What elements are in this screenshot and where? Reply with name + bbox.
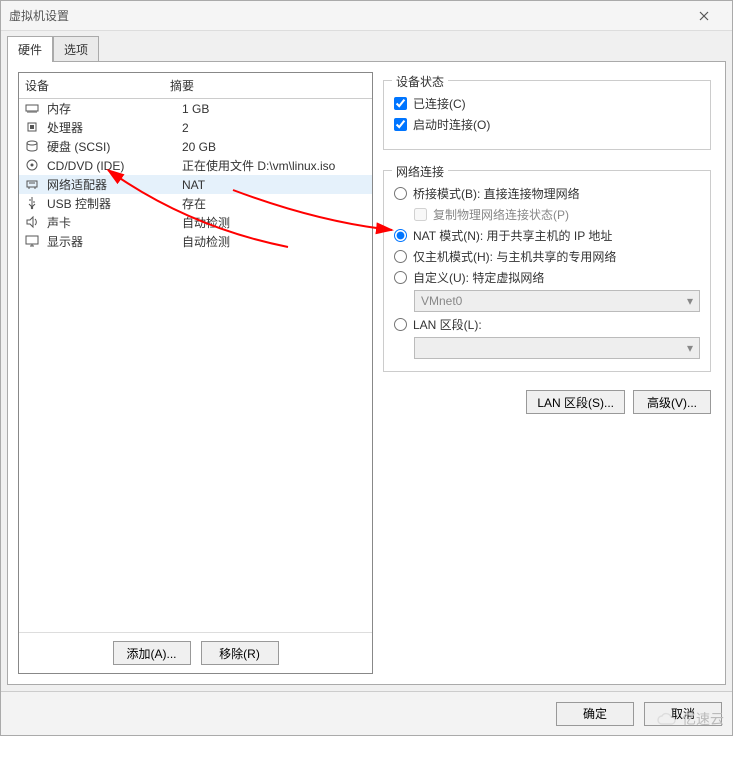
device-summary: 20 GB [182,140,366,154]
nic-icon [25,177,41,193]
connected-checkbox[interactable] [394,97,407,110]
advanced-button[interactable]: 高级(V)... [633,390,711,414]
titlebar: 虚拟机设置 [1,1,732,31]
device-name: USB 控制器 [47,195,182,212]
header-device: 设备 [25,77,170,94]
device-summary: 1 GB [182,102,366,116]
ok-button[interactable]: 确定 [556,702,634,726]
device-panel: 设备 摘要 内存1 GB处理器2硬盘 (SCSI)20 GBCD/DVD (ID… [18,72,373,674]
custom-combo: VMnet0 ▾ [414,290,700,312]
hostonly-row[interactable]: 仅主机模式(H): 与主机共享的专用网络 [394,248,700,265]
device-name: 显示器 [47,233,182,250]
device-summary: 自动检测 [182,233,366,250]
device-summary: 正在使用文件 D:\vm\linux.iso [182,157,366,174]
hostonly-radio[interactable] [394,250,407,263]
device-row[interactable]: 内存1 GB [19,99,372,118]
cd-icon [25,158,41,174]
network-connection-group: 网络连接 桥接模式(B): 直接连接物理网络 复制物理网络连接状态(P) NAT… [383,170,711,372]
add-button[interactable]: 添加(A)... [113,641,191,665]
device-name: 网络适配器 [47,176,182,193]
net-extra-buttons: LAN 区段(S)... 高级(V)... [383,390,711,414]
device-name: 处理器 [47,119,182,136]
device-buttons: 添加(A)... 移除(R) [19,632,372,673]
custom-row[interactable]: 自定义(U): 特定虚拟网络 [394,269,700,286]
chevron-down-icon: ▾ [687,294,693,308]
device-summary: 自动检测 [182,214,366,231]
tab-options[interactable]: 选项 [53,36,99,62]
bridged-label: 桥接模式(B): 直接连接物理网络 [413,185,580,202]
lan-row[interactable]: LAN 区段(L): [394,316,700,333]
replicate-row: 复制物理网络连接状态(P) [414,206,700,223]
window-title: 虚拟机设置 [9,7,684,24]
device-row[interactable]: 显示器自动检测 [19,232,372,251]
nat-row[interactable]: NAT 模式(N): 用于共享主机的 IP 地址 [394,227,700,244]
replicate-checkbox [414,208,427,221]
poweron-checkbox[interactable] [394,118,407,131]
close-button[interactable] [684,1,724,31]
custom-label: 自定义(U): 特定虚拟网络 [413,269,544,286]
bridged-row[interactable]: 桥接模式(B): 直接连接物理网络 [394,185,700,202]
hardware-panel: 设备 摘要 内存1 GB处理器2硬盘 (SCSI)20 GBCD/DVD (ID… [7,61,726,685]
bridged-radio[interactable] [394,187,407,200]
lan-combo: ▾ [414,337,700,359]
device-summary: NAT [182,178,366,192]
nat-label: NAT 模式(N): 用于共享主机的 IP 地址 [413,227,612,244]
usb-icon [25,196,41,212]
connected-label: 已连接(C) [413,95,466,112]
watermark-text: 亿速云 [682,709,724,729]
device-summary: 存在 [182,195,366,212]
sound-icon [25,215,41,231]
device-status-group: 设备状态 已连接(C) 启动时连接(O) [383,80,711,150]
close-icon [699,11,709,21]
lan-radio[interactable] [394,318,407,331]
device-name: 硬盘 (SCSI) [47,138,182,155]
bottom-bar: 确定 取消 [1,691,732,735]
cloud-icon [656,712,678,726]
custom-combo-value: VMnet0 [421,294,462,308]
display-icon [25,234,41,250]
replicate-label: 复制物理网络连接状态(P) [433,206,569,223]
connected-row[interactable]: 已连接(C) [394,95,700,112]
tabstrip: 硬件 选项 [1,31,732,61]
cpu-icon [25,120,41,136]
device-row[interactable]: 处理器2 [19,118,372,137]
chevron-down-icon: ▾ [687,341,693,355]
device-row[interactable]: 网络适配器NAT [19,175,372,194]
settings-panel: 设备状态 已连接(C) 启动时连接(O) 网络连接 桥接模式(B): 直接连接物… [383,72,715,674]
device-header-row: 设备 摘要 [19,73,372,99]
vm-settings-window: 虚拟机设置 硬件 选项 设备 摘要 内存1 GB处理器2硬盘 (SCSI)20 … [0,0,733,736]
memory-icon [25,101,41,117]
device-row[interactable]: 声卡自动检测 [19,213,372,232]
nat-radio[interactable] [394,229,407,242]
watermark: 亿速云 [656,709,724,729]
network-connection-title: 网络连接 [392,163,448,180]
device-summary: 2 [182,121,366,135]
poweron-label: 启动时连接(O) [413,116,490,133]
custom-radio[interactable] [394,271,407,284]
device-row[interactable]: USB 控制器存在 [19,194,372,213]
device-list[interactable]: 内存1 GB处理器2硬盘 (SCSI)20 GBCD/DVD (IDE)正在使用… [19,99,372,632]
tab-hardware[interactable]: 硬件 [7,36,53,62]
remove-button[interactable]: 移除(R) [201,641,279,665]
lan-label: LAN 区段(L): [413,316,482,333]
lan-segment-button[interactable]: LAN 区段(S)... [526,390,625,414]
header-summary: 摘要 [170,77,366,94]
device-name: 内存 [47,100,182,117]
disk-icon [25,139,41,155]
device-row[interactable]: CD/DVD (IDE)正在使用文件 D:\vm\linux.iso [19,156,372,175]
device-status-title: 设备状态 [392,73,448,90]
device-name: CD/DVD (IDE) [47,159,182,173]
hostonly-label: 仅主机模式(H): 与主机共享的专用网络 [413,248,616,265]
device-row[interactable]: 硬盘 (SCSI)20 GB [19,137,372,156]
poweron-row[interactable]: 启动时连接(O) [394,116,700,133]
device-name: 声卡 [47,214,182,231]
